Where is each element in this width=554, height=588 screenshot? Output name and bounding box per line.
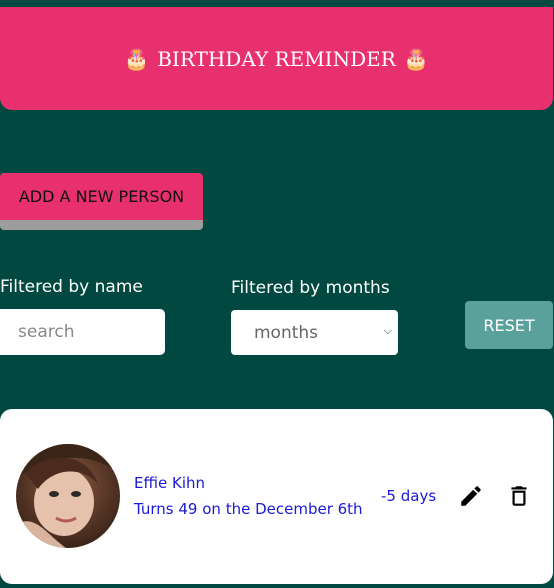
chevron-down-icon: ⌵ [383, 324, 392, 337]
months-select[interactable]: months ⌵ [231, 310, 398, 355]
avatar [16, 444, 120, 548]
reset-button[interactable]: RESET [465, 301, 553, 349]
page-title-text: BIRTHDAY REMINDER [157, 46, 396, 71]
add-person-container: ADD A NEW PERSON [0, 173, 203, 230]
cake-icon: 🎂 [403, 46, 429, 71]
person-card: Effie Kihn Turns 49 on the December 6th … [0, 409, 553, 584]
search-input[interactable] [0, 309, 165, 355]
page-title: 🎂 BIRTHDAY REMINDER 🎂 [124, 47, 428, 71]
name-filter-label: Filtered by name [0, 277, 143, 297]
person-turns: Turns 49 on the December 6th [134, 500, 363, 518]
person-name: Effie Kihn [134, 474, 205, 492]
pencil-icon[interactable] [458, 483, 484, 509]
app-header: 🎂 BIRTHDAY REMINDER 🎂 [0, 7, 553, 110]
months-select-value: months [254, 322, 319, 343]
cake-icon: 🎂 [124, 46, 150, 71]
trash-icon[interactable] [506, 483, 532, 509]
add-person-button[interactable]: ADD A NEW PERSON [0, 173, 203, 220]
months-filter-label: Filtered by months [231, 278, 390, 298]
person-days: -5 days [381, 487, 437, 505]
